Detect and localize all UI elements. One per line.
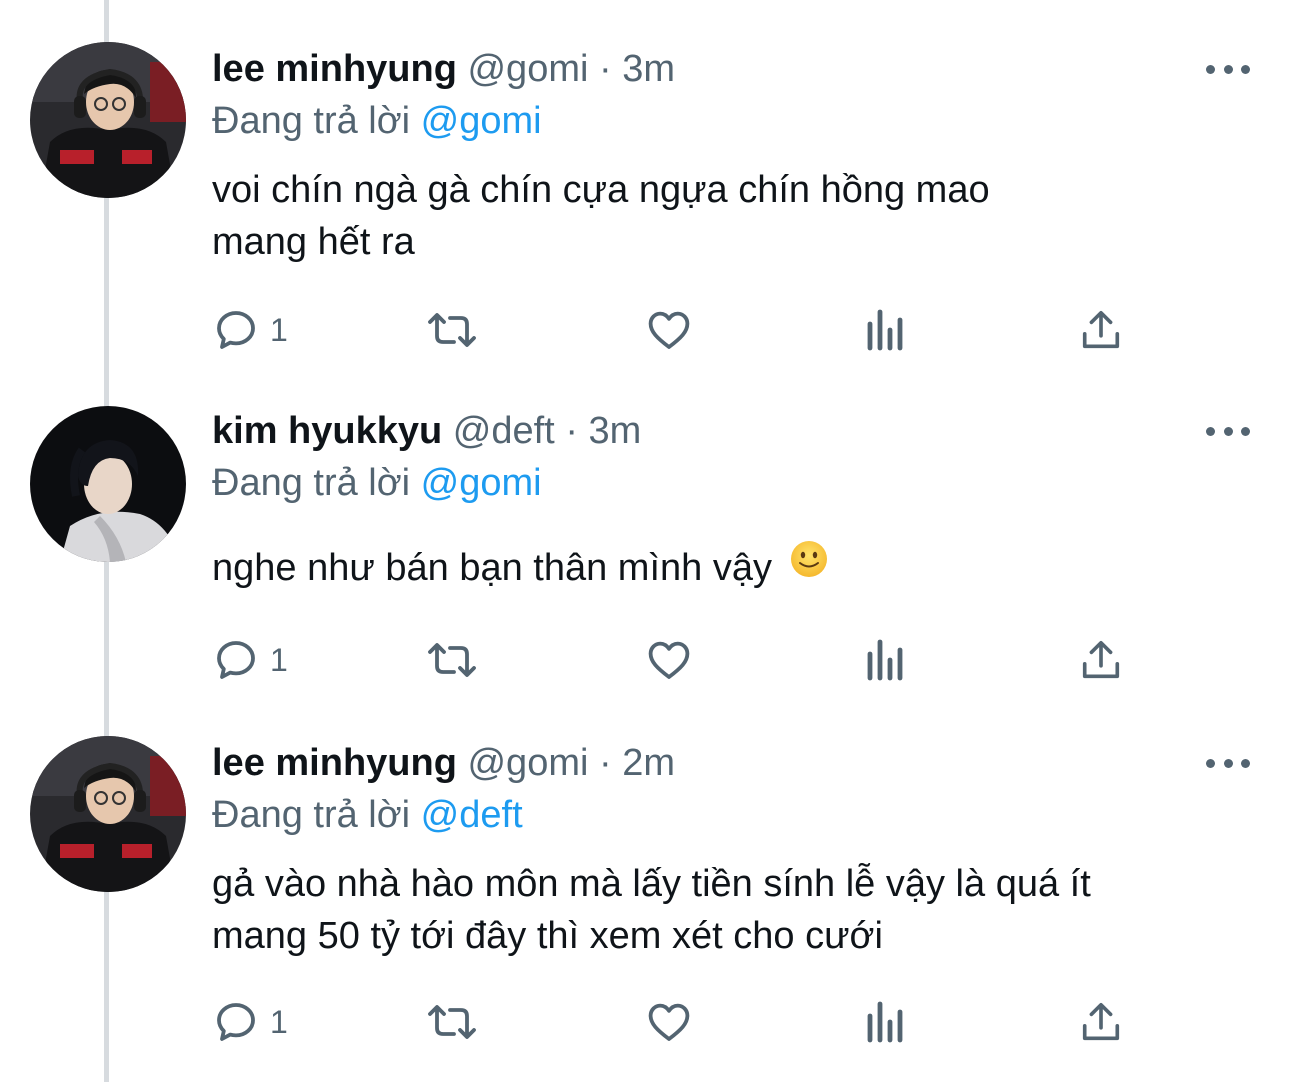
tweet-text-line: mang 50 tỷ tới đây thì xem xét cho cưới (212, 915, 883, 957)
more-icon[interactable] (1206, 54, 1250, 84)
share-icon (1082, 640, 1120, 679)
more-dot (1223, 64, 1233, 74)
avatar[interactable] (30, 42, 186, 198)
analytics-button[interactable] (862, 994, 906, 1050)
share-button[interactable] (1078, 994, 1124, 1050)
analytics-button[interactable] (862, 302, 906, 358)
timestamp[interactable]: 3m (622, 48, 675, 90)
display-name[interactable]: lee minhyung (212, 48, 457, 90)
more-dot (1206, 64, 1215, 74)
tweet[interactable]: lee minhyung @gomi · 2m Đang trả lời @de… (0, 720, 1290, 1082)
separator-dot: · (599, 48, 612, 90)
reply-icon (217, 641, 255, 679)
more-dot (1206, 426, 1215, 436)
retweet-icon (428, 1005, 476, 1039)
tweet-actions: 1 (212, 632, 1172, 688)
mention-link[interactable]: @gomi (421, 100, 542, 142)
share-button[interactable] (1078, 302, 1124, 358)
tweet-actions: 1 (212, 302, 1172, 358)
analytics-icon (867, 639, 903, 681)
share-icon (1082, 1002, 1120, 1041)
tweet[interactable]: lee minhyung @gomi · 3m Đang trả lời @go… (0, 0, 1290, 380)
display-name[interactable]: kim hyukkyu (212, 410, 442, 452)
tweet[interactable]: kim hyukkyu @deft · 3m Đang trả lời @gom… (0, 380, 1290, 720)
analytics-icon (867, 1001, 903, 1043)
more-icon[interactable] (1206, 416, 1250, 446)
timestamp[interactable]: 2m (622, 742, 675, 784)
replying-to: Đang trả lời @deft (212, 790, 523, 840)
mention-link[interactable]: @deft (421, 794, 523, 836)
tweet-text: gả vào nhà hào môn mà lấy tiền sính lễ v… (212, 858, 1252, 962)
separator-dot: · (599, 742, 612, 784)
user-handle[interactable]: @deft (453, 410, 555, 452)
retweet-button[interactable] (424, 302, 480, 358)
like-button[interactable] (644, 632, 694, 688)
user-handle[interactable]: @gomi (467, 48, 588, 90)
retweet-icon (428, 313, 476, 347)
timestamp[interactable]: 3m (589, 410, 642, 452)
reply-icon (217, 311, 255, 349)
like-icon (648, 1003, 690, 1041)
tweet-actions: 1 (212, 994, 1172, 1050)
retweet-icon (428, 643, 476, 677)
separator-dot: · (565, 410, 578, 452)
replying-to-label: Đang trả lời (212, 794, 411, 836)
tweet-text: nghe như bán bạn thân mình vậy (212, 539, 1252, 597)
tweet-text-line: gả vào nhà hào môn mà lấy tiền sính lễ v… (212, 863, 1091, 905)
like-button[interactable] (644, 994, 694, 1050)
more-dot (1223, 426, 1233, 436)
tweet-header: lee minhyung @gomi · 3m (212, 44, 675, 94)
replying-to-label: Đang trả lời (212, 462, 411, 504)
avatar[interactable] (30, 736, 186, 892)
retweet-button[interactable] (424, 632, 480, 688)
tweet-header: lee minhyung @gomi · 2m (212, 738, 675, 788)
slightly-smiling-face-icon (789, 539, 829, 593)
analytics-button[interactable] (862, 632, 906, 688)
tweet-text-line: mang hết ra (212, 221, 415, 263)
reply-count: 1 (270, 311, 288, 348)
more-dot (1241, 64, 1250, 74)
reply-button[interactable]: 1 (212, 302, 288, 358)
reply-icon (217, 1003, 255, 1041)
retweet-button[interactable] (424, 994, 480, 1050)
more-icon[interactable] (1206, 748, 1250, 778)
like-icon (648, 641, 690, 679)
mention-link[interactable]: @gomi (421, 462, 542, 504)
like-icon (648, 311, 690, 349)
more-dot (1241, 426, 1250, 436)
more-dot (1241, 758, 1250, 768)
avatar[interactable] (30, 406, 186, 562)
display-name[interactable]: lee minhyung (212, 742, 457, 784)
replying-to: Đang trả lời @gomi (212, 96, 542, 146)
more-dot (1223, 758, 1233, 768)
tweet-text-line: nghe như bán bạn thân mình vậy (212, 547, 772, 589)
replying-to-label: Đang trả lời (212, 100, 411, 142)
tweet-text: voi chín ngà gà chín cựa ngựa chín hồng … (212, 164, 1252, 268)
reply-count: 1 (270, 641, 288, 678)
user-handle[interactable]: @gomi (467, 742, 588, 784)
analytics-icon (867, 309, 903, 351)
share-icon (1082, 310, 1120, 349)
tweet-text-line: voi chín ngà gà chín cựa ngựa chín hồng … (212, 169, 990, 211)
tweet-header: kim hyukkyu @deft · 3m (212, 406, 641, 456)
reply-button[interactable]: 1 (212, 994, 288, 1050)
share-button[interactable] (1078, 632, 1124, 688)
reply-button[interactable]: 1 (212, 632, 288, 688)
replying-to: Đang trả lời @gomi (212, 458, 542, 508)
more-dot (1206, 758, 1215, 768)
like-button[interactable] (644, 302, 694, 358)
reply-count: 1 (270, 1003, 288, 1040)
